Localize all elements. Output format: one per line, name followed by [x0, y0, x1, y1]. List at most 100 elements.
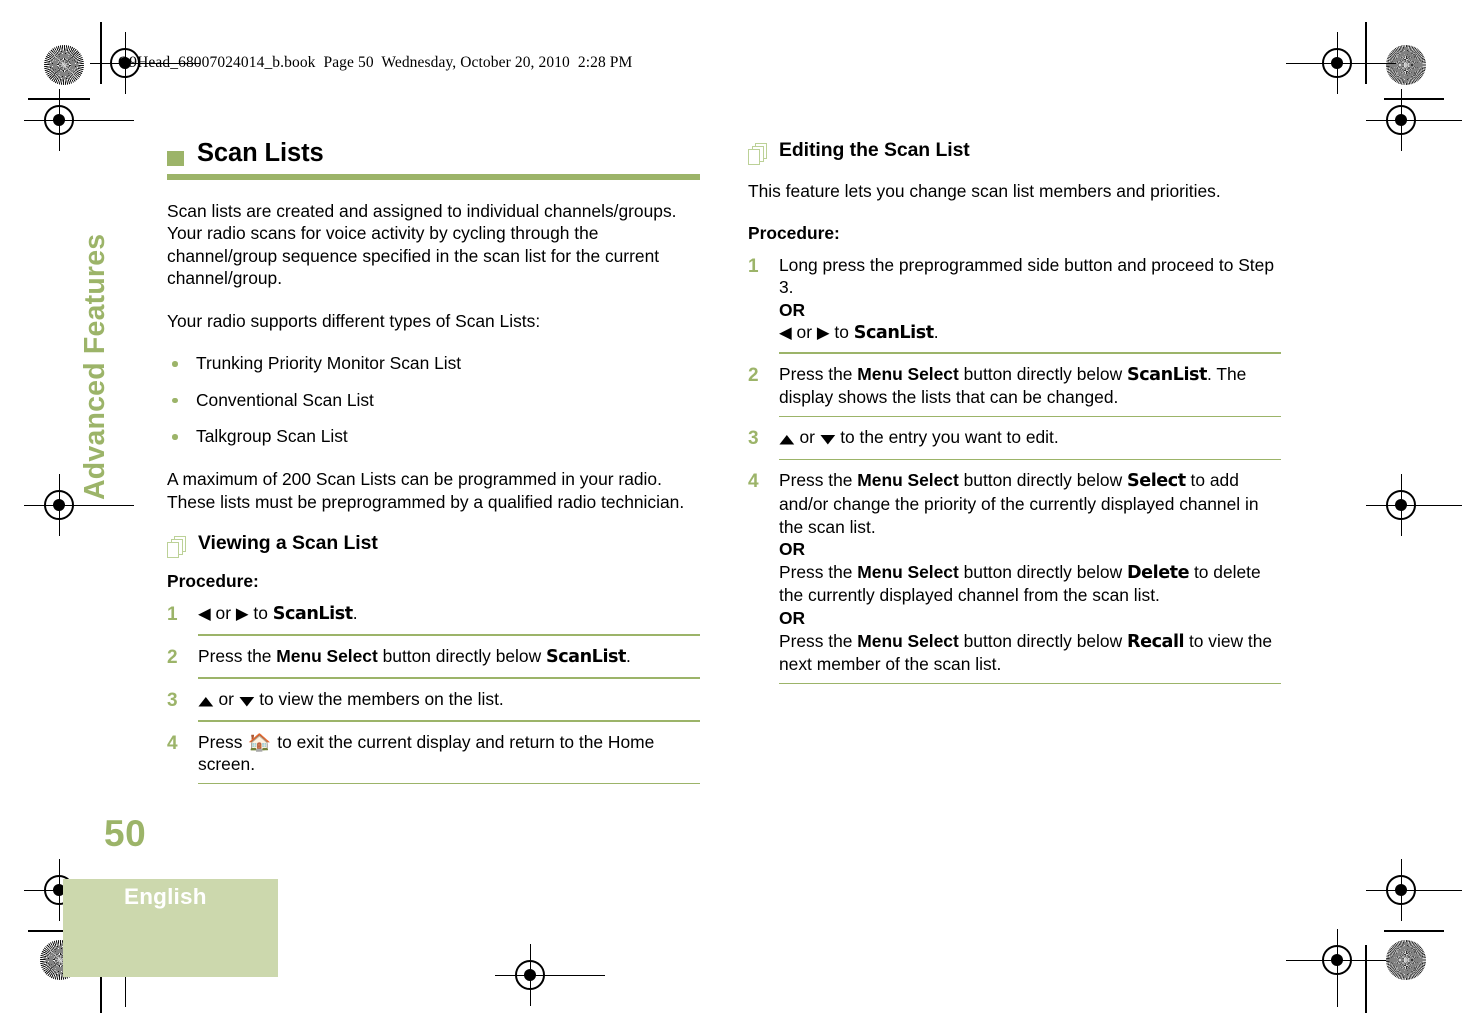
registration-cross-left-upper-h: [24, 119, 134, 121]
procedure-step: 1 ◀ or ▶ to ScanList.: [167, 602, 700, 627]
list-item: Talkgroup Scan List: [167, 425, 700, 448]
registration-cross-top-right-h: [1286, 62, 1396, 64]
step-number: 4: [167, 732, 178, 754]
registration-cross-right-middle-v: [1400, 474, 1402, 536]
procedure-step: 2 Press the Menu Select button directly …: [748, 363, 1281, 409]
step-text: ▲ or ▼ to view the members on the list.: [198, 688, 504, 709]
display-label-delete: Delete: [1126, 562, 1190, 583]
or-label: OR: [779, 608, 806, 628]
step-divider: [779, 351, 1281, 354]
intro-paragraph-1: Scan lists are created and assigned to i…: [167, 200, 677, 289]
step-text: Press the Menu Select button directly be…: [198, 645, 631, 667]
left-column: Scan Lists Scan lists are created and as…: [167, 140, 700, 785]
step-divider: [198, 677, 700, 679]
step-number: 2: [167, 646, 178, 668]
subsection-heading-editing-the-scan-list: Editing the Scan List: [748, 139, 1281, 166]
step-divider: [779, 415, 1281, 418]
registration-cross-bottom-right-h: [1286, 959, 1396, 961]
section-heading-scan-lists: Scan Lists: [167, 140, 700, 167]
step-text: Press the Menu Select button directly be…: [779, 470, 1273, 675]
menu-select-button-label: Menu Select: [276, 645, 378, 666]
list-item: Conventional Scan List: [167, 389, 700, 412]
page-number: 50: [104, 813, 147, 854]
home-key-icon: 🏠: [248, 732, 272, 753]
registration-cross-right-middle-h: [1366, 504, 1462, 506]
step-number: 1: [167, 604, 178, 626]
or-label: OR: [779, 539, 806, 560]
registration-cross-left-middle-v: [58, 474, 60, 536]
step-number: 4: [748, 471, 759, 493]
procedure-step: 4 Press the Menu Select button directly …: [748, 469, 1281, 676]
step-number: 3: [748, 428, 759, 450]
trim-mark-right-bottom-h: [1384, 930, 1444, 932]
procedure-step: 3 ▲ or ▼ to view the members on the list…: [167, 688, 700, 713]
menu-select-button-label: Menu Select: [857, 363, 959, 384]
step-divider: [198, 634, 700, 636]
procedure-steps-viewing: 1 ◀ or ▶ to ScanList. 2 Press the Menu S…: [167, 602, 700, 785]
language-label: English: [124, 884, 207, 909]
procedure-step: 4 Press 🏠 to exit the current display an…: [167, 731, 700, 776]
step-text: Press 🏠 to exit the current display and …: [198, 731, 655, 775]
step-divider: [198, 720, 700, 722]
trim-mark-top-left-vertical: [100, 22, 102, 84]
menu-select-button-label: Menu Select: [857, 630, 959, 651]
registration-cross-bottom-center-h: [495, 974, 605, 976]
procedure-step: 3 ▲ or ▼ to the entry you want to edit.: [748, 426, 1281, 451]
step-divider: [198, 782, 700, 785]
chapter-side-tab: Advanced Features: [79, 233, 111, 500]
step-line: Long press the preprogrammed side button…: [779, 254, 1274, 298]
page-stack-icon: [167, 536, 188, 559]
section-intro-paragraph: This feature lets you change scan list m…: [748, 181, 1221, 201]
registration-cross-left-upper-v: [58, 89, 60, 151]
step-number: 1: [748, 255, 759, 277]
step-number: 3: [167, 689, 178, 711]
procedure-steps-editing: 1 Long press the preprogrammed side butt…: [748, 254, 1281, 685]
display-label-scanlist: ScanList: [1126, 364, 1208, 385]
or-label: OR: [779, 299, 806, 320]
subsection-title: Viewing a Scan List: [198, 532, 378, 555]
procedure-step: 1 Long press the preprogrammed side butt…: [748, 254, 1281, 345]
registration-cross-right-upper-h: [1366, 119, 1462, 121]
right-column: Editing the Scan List This feature lets …: [748, 139, 1281, 685]
starburst-mark-bottom-right: [1386, 940, 1426, 980]
right-arrow-key-icon: ▶: [816, 323, 830, 343]
step-text: Press the Menu Select button directly be…: [779, 363, 1247, 408]
trim-mark-top-right-vertical: [1365, 22, 1367, 84]
registration-cross-bottom-center-v: [529, 944, 531, 1006]
document-page: O9Head_68007024014_b.book Page 50 Wednes…: [0, 0, 1462, 1013]
down-arrow-key-icon: ▼: [239, 692, 255, 708]
running-header: O9Head_68007024014_b.book Page 50 Wednes…: [118, 54, 633, 71]
left-arrow-key-icon: ◀: [779, 323, 792, 343]
up-arrow-key-icon: ▲: [198, 692, 214, 708]
step-divider: [779, 682, 1281, 685]
step-text: ▲ or ▼ to the entry you want to edit.: [779, 427, 1059, 448]
trim-mark-right-top-h: [1384, 98, 1444, 100]
registration-cross-right-upper-v: [1400, 89, 1402, 151]
page-stack-icon: [748, 143, 769, 166]
square-marker-icon: [167, 151, 184, 166]
registration-cross-right-lower-h: [1366, 889, 1462, 891]
step-text: ◀ or ▶ to ScanList.: [198, 603, 358, 625]
step-text: Long press the preprogrammed side button…: [779, 254, 1274, 344]
display-label-scanlist: ScanList: [545, 646, 627, 667]
display-label-recall: Recall: [1126, 631, 1185, 652]
display-label-select: Select: [1126, 471, 1186, 492]
step-divider: [779, 458, 1281, 461]
down-arrow-key-icon: ▼: [820, 431, 836, 447]
display-label-scanlist: ScanList: [272, 604, 353, 625]
list-item: Trunking Priority Monitor Scan List: [167, 352, 700, 375]
right-arrow-key-icon: ▶: [235, 604, 249, 624]
menu-select-button-label: Menu Select: [857, 470, 959, 491]
max-lists-paragraph: A maximum of 200 Scan Lists can be progr…: [167, 469, 685, 512]
subsection-heading-viewing-a-scan-list: Viewing a Scan List: [167, 532, 700, 559]
registration-cross-left-lower-v: [58, 859, 60, 921]
scan-list-types-list: Trunking Priority Monitor Scan List Conv…: [167, 352, 700, 448]
starburst-mark-top-right: [1386, 45, 1426, 85]
subsection-title: Editing the Scan List: [779, 139, 970, 161]
procedure-label: Procedure:: [167, 571, 259, 592]
starburst-mark-top-left: [44, 45, 84, 85]
registration-cross-right-lower-v: [1400, 859, 1402, 921]
up-arrow-key-icon: ▲: [779, 431, 795, 447]
registration-cross-top-right-v: [1336, 32, 1338, 94]
registration-cross-left-middle-h: [24, 504, 134, 506]
